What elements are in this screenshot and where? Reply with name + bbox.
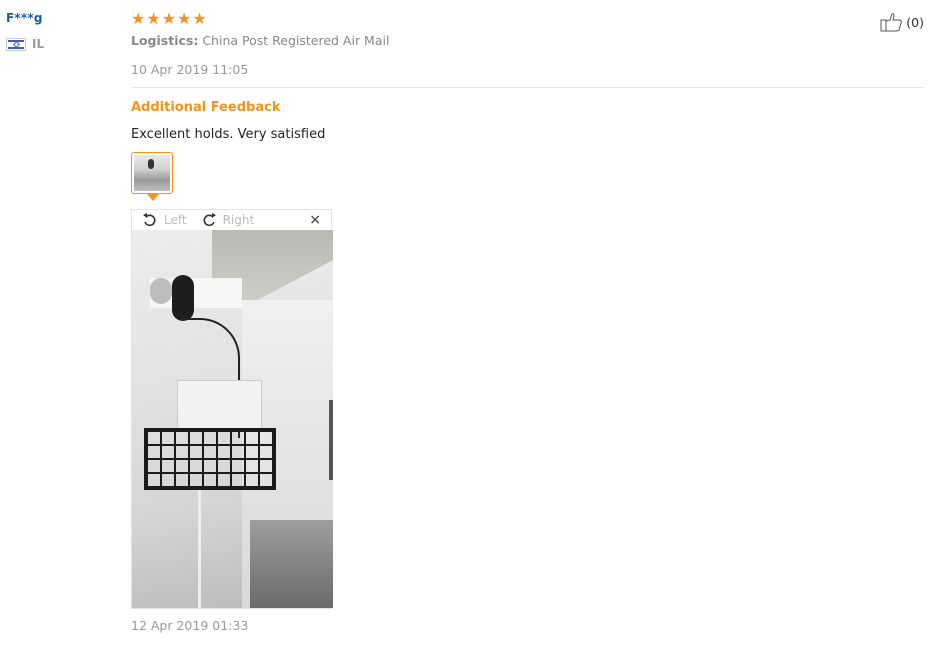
country-code: IL [32, 37, 45, 51]
photo-cord [198, 490, 201, 608]
reviewer-name[interactable]: F***g [6, 11, 44, 25]
rotate-left-label[interactable]: Left [164, 213, 187, 227]
divider [131, 87, 924, 88]
star-icon: ★ [177, 8, 192, 28]
additional-feedback-text: Excellent holds. Very satisfied [131, 127, 326, 142]
review-date: 10 Apr 2019 11:05 [131, 62, 249, 77]
star-rating: ★ ★ ★ ★ ★ [131, 10, 924, 27]
reviewer-country: IL [6, 37, 44, 51]
photo-bulb [150, 278, 172, 304]
rotate-left-icon[interactable] [142, 212, 158, 228]
flag-icon [6, 37, 26, 51]
additional-feedback-title: Additional Feedback [131, 100, 281, 115]
photo-device [172, 275, 194, 321]
rotate-right-icon[interactable] [201, 212, 217, 228]
star-icon: ★ [146, 8, 161, 28]
additional-feedback-date: 12 Apr 2019 01:33 [131, 618, 249, 633]
star-icon: ★ [192, 8, 207, 28]
photo-powerstrip [177, 380, 262, 430]
thumbnail-caret [147, 194, 159, 201]
viewer-toolbar: Left Right × [132, 210, 331, 230]
logistics-label: Logistics: [131, 33, 199, 48]
review-photo [132, 230, 333, 608]
rotate-right-label[interactable]: Right [223, 213, 255, 227]
review-body: ★ ★ ★ ★ ★ Logistics: China Post Register… [131, 10, 924, 633]
close-icon[interactable]: × [309, 213, 321, 227]
logistics-info: Logistics: China Post Registered Air Mai… [131, 33, 924, 48]
photo-basket [144, 428, 276, 490]
star-icon: ★ [161, 8, 177, 28]
photo-viewer: Left Right × [131, 209, 333, 609]
logistics-value: China Post Registered Air Mail [202, 33, 390, 48]
photo-thumbnail[interactable] [131, 152, 173, 201]
photo-edge [329, 400, 333, 480]
star-icon: ★ [131, 8, 146, 28]
photo-shadow [250, 520, 333, 608]
thumbnail-image[interactable] [134, 155, 170, 191]
reviewer-info: F***g IL [6, 11, 44, 51]
